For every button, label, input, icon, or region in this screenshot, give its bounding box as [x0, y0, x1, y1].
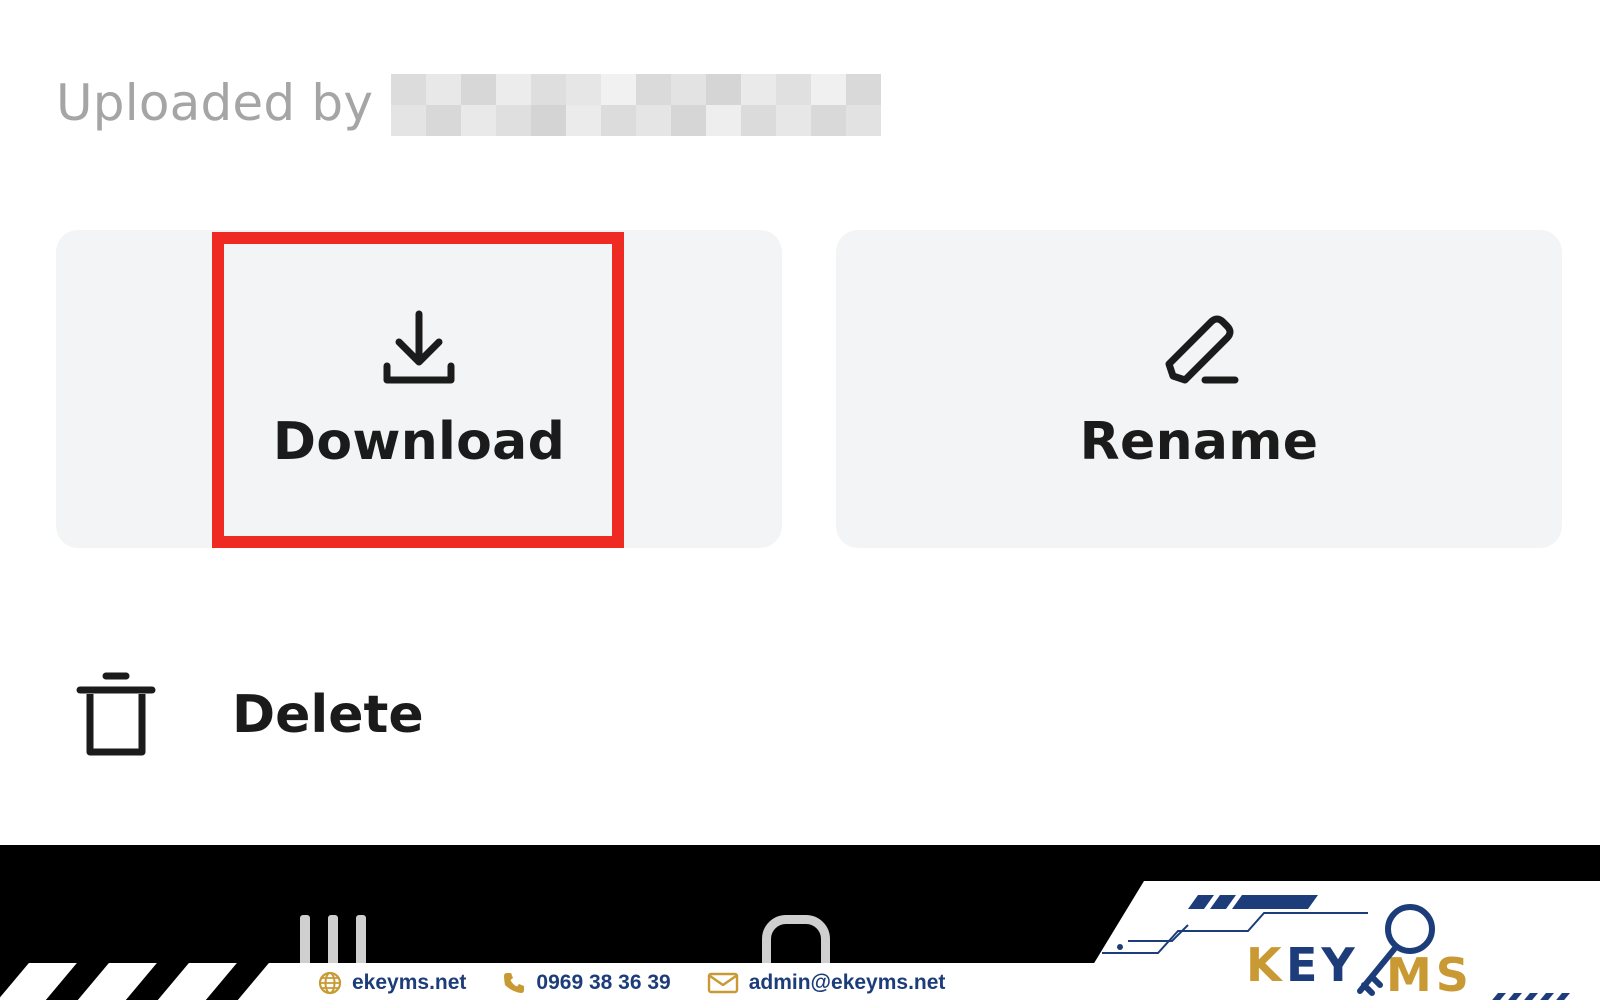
download-label: Download: [272, 412, 566, 472]
uploaded-by-row: Uploaded by: [56, 68, 882, 138]
download-icon: [377, 306, 461, 390]
bottom-sheet: Uploaded by Download Rename Delete: [0, 0, 1600, 845]
phone-contact[interactable]: 0969 38 36 39: [502, 971, 671, 995]
trash-icon: [56, 655, 176, 775]
system-navigation-bar: ekeyms.net 0969 38 36 39 admin@ekeyms.ne…: [0, 845, 1600, 1000]
brand-logo-panel: K EY MS: [1071, 881, 1600, 1000]
pencil-icon: [1157, 306, 1241, 390]
svg-text:MS: MS: [1386, 948, 1473, 1000]
decorative-stripes: [0, 963, 320, 1000]
email-text: admin@ekeyms.net: [748, 971, 946, 994]
svg-text:EY: EY: [1286, 938, 1359, 992]
phone-text: 0969 38 36 39: [536, 971, 671, 994]
delete-button[interactable]: Delete: [56, 650, 1546, 780]
uploader-name-redacted: [391, 74, 882, 136]
rename-label: Rename: [1079, 412, 1319, 472]
download-button[interactable]: Download: [56, 230, 782, 548]
website-text: ekeyms.net: [352, 971, 467, 994]
mail-icon: [707, 972, 738, 994]
website-contact[interactable]: ekeyms.net: [318, 971, 466, 995]
uploaded-by-label: Uploaded by: [56, 74, 374, 132]
email-contact[interactable]: admin@ekeyms.net: [707, 971, 946, 995]
svg-text:K: K: [1246, 938, 1286, 992]
phone-icon: [504, 973, 525, 993]
globe-icon: [318, 971, 342, 995]
contact-bar: ekeyms.net 0969 38 36 39 admin@ekeyms.ne…: [286, 963, 1116, 1000]
delete-label: Delete: [232, 685, 424, 745]
rename-button[interactable]: Rename: [836, 230, 1562, 548]
